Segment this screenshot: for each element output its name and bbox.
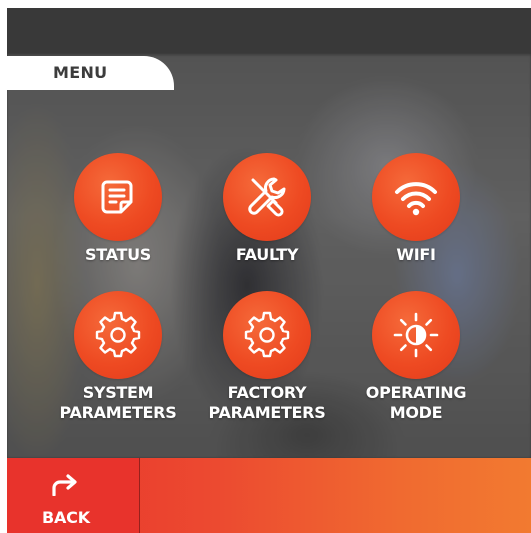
back-button[interactable]: BACK xyxy=(7,458,140,533)
status-label: STATUS xyxy=(43,245,193,265)
operating-mode-label: OPERATING MODE xyxy=(341,383,491,423)
gear-icon xyxy=(95,311,141,358)
faulty-button[interactable]: FAULTY xyxy=(192,153,342,265)
share-arrow-icon xyxy=(52,474,77,496)
operating-mode-label-line-1: OPERATING xyxy=(365,383,467,402)
document-icon xyxy=(101,180,133,214)
brightness-icon xyxy=(393,312,439,358)
back-label: BACK xyxy=(42,508,90,527)
status-label-line-1: STATUS xyxy=(85,245,151,264)
operating-mode-circle[interactable] xyxy=(372,291,460,379)
faulty-label-line-1: FAULTY xyxy=(235,245,299,264)
status-circle[interactable] xyxy=(74,153,162,241)
factory-parameters-button[interactable]: FACTORY PARAMETERS xyxy=(192,291,342,423)
faulty-label: FAULTY xyxy=(192,245,342,265)
faulty-circle[interactable] xyxy=(223,153,311,241)
system-parameters-label-line-1: SYSTEM xyxy=(82,383,154,402)
status-button[interactable]: STATUS xyxy=(43,153,193,265)
factory-parameters-label-line-2: PARAMETERS xyxy=(208,403,326,422)
wifi-label-line-1: WIFI xyxy=(396,245,436,264)
tools-icon xyxy=(248,177,286,217)
gear-icon xyxy=(244,311,290,358)
system-parameters-circle[interactable] xyxy=(74,291,162,379)
top-bar xyxy=(7,8,531,55)
system-parameters-button[interactable]: SYSTEM PARAMETERS xyxy=(43,291,193,423)
factory-parameters-circle[interactable] xyxy=(223,291,311,379)
wifi-button[interactable]: WIFI xyxy=(341,153,491,265)
system-parameters-label: SYSTEM PARAMETERS xyxy=(43,383,193,423)
menu-tab: MENU xyxy=(7,56,174,90)
wifi-label: WIFI xyxy=(341,245,491,265)
bottom-bar: BACK xyxy=(7,458,531,533)
factory-parameters-label-line-1: FACTORY xyxy=(227,383,307,402)
operating-mode-button[interactable]: OPERATING MODE xyxy=(341,291,491,423)
menu-tab-label: MENU xyxy=(53,63,108,82)
operating-mode-label-line-2: MODE xyxy=(389,403,443,422)
system-parameters-label-line-2: PARAMETERS xyxy=(59,403,177,422)
wifi-circle[interactable] xyxy=(372,153,460,241)
device-screen: MENU STATUS FAULTY WIFI SYSTEM PARAMETER… xyxy=(7,8,531,533)
factory-parameters-label: FACTORY PARAMETERS xyxy=(192,383,342,423)
wifi-icon xyxy=(395,182,437,216)
